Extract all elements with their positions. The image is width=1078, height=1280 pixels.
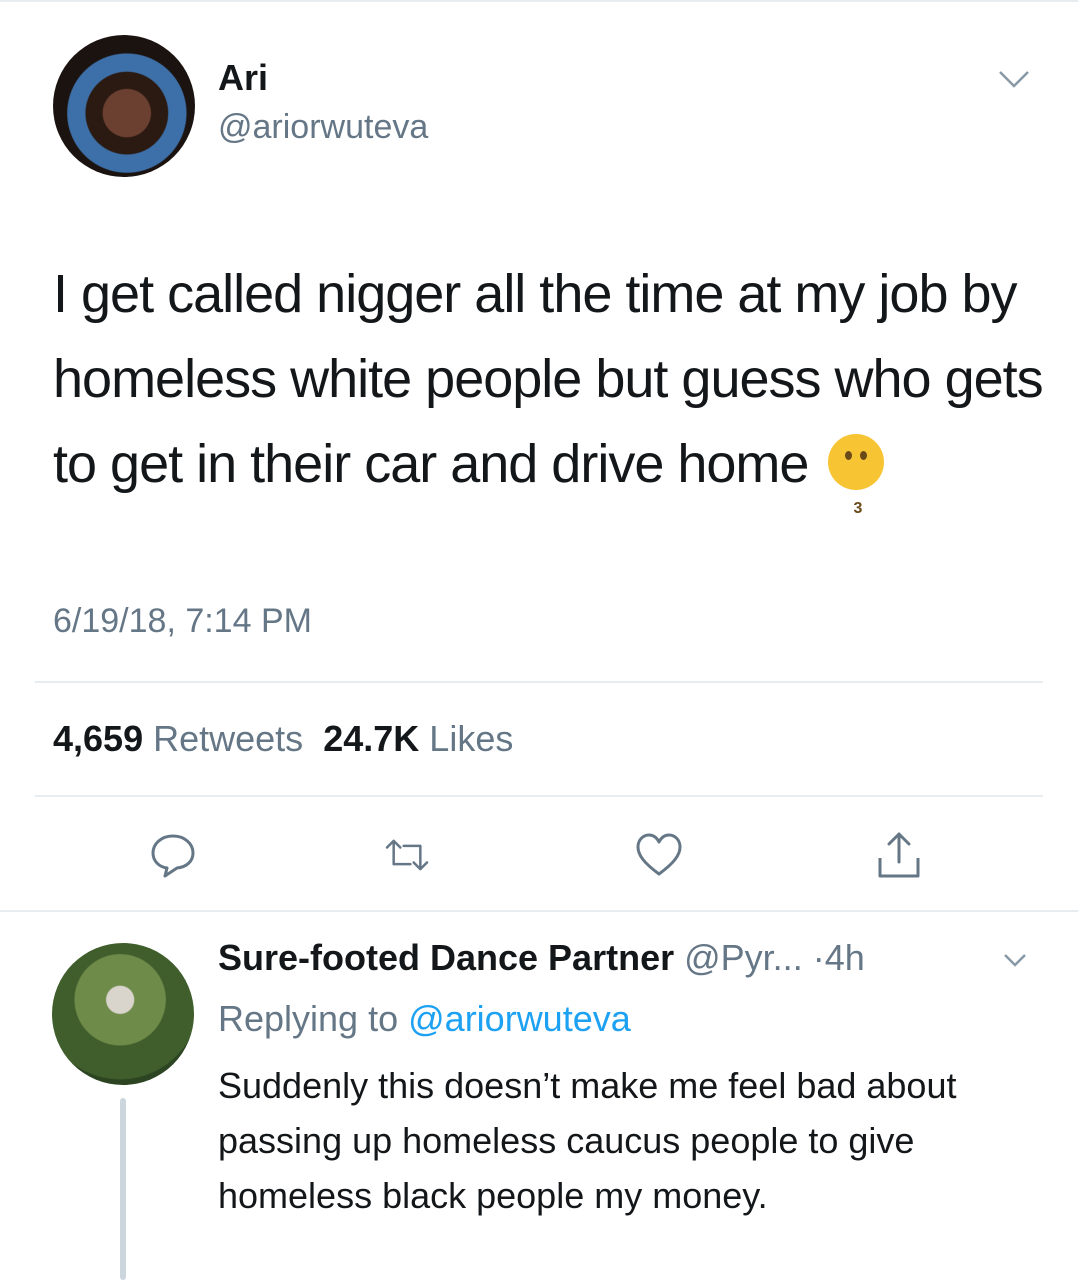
retweets-label[interactable]: Retweets [153,718,303,759]
reply-text: Suddenly this doesn’t make me feel bad a… [218,1065,957,1216]
thread-line [120,1098,126,1280]
retweet-icon[interactable] [382,830,432,880]
author-avatar[interactable] [53,35,195,177]
reply-icon[interactable] [148,830,198,880]
replying-prefix: Replying to [218,998,399,1039]
tweet-stats: 4,659 Retweets 24.7K Likes [53,718,513,760]
likes-label[interactable]: Likes [429,718,513,759]
chevron-down-icon[interactable] [998,68,1030,90]
replying-handle-link[interactable]: @ariorwuteva [408,998,631,1039]
reply-time[interactable]: ·4h [813,937,865,978]
reply-author-name[interactable]: Sure-footed Dance Partner [218,937,674,978]
divider [35,681,1043,683]
tweet-timestamp[interactable]: 6/19/18, 7:14 PM [53,602,312,641]
replying-to: Replying to @ariorwuteva [218,998,631,1040]
likes-count[interactable]: 24.7K [323,718,419,759]
chevron-down-icon[interactable] [1003,952,1027,968]
reply-author-handle[interactable]: @Pyr... [684,937,803,978]
retweets-count[interactable]: 4,659 [53,718,143,759]
tweet-body: I get called nigger all the time at my j… [53,252,1044,517]
author-handle[interactable]: @ariorwuteva [218,108,428,147]
reply-header: Sure-footed Dance Partner @Pyr... ·4h [218,937,865,979]
reply-author-avatar[interactable] [52,943,194,1085]
section-divider [0,910,1078,912]
tweet-text: I get called nigger all the time at my j… [53,264,1044,494]
author-name[interactable]: Ari [218,57,268,99]
like-icon[interactable] [634,830,684,880]
kissing-face-emoji-icon: 3 [828,434,885,517]
divider [35,795,1043,797]
top-border [0,0,1078,2]
share-icon[interactable] [874,830,924,880]
